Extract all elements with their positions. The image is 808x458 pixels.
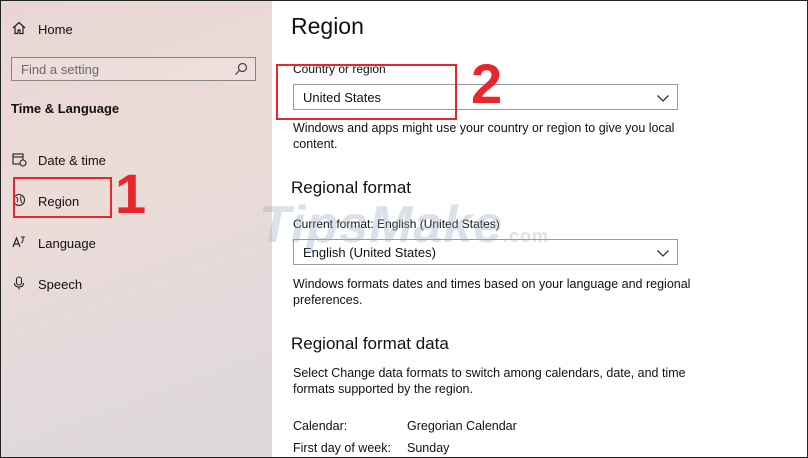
- annotation-box-1: [13, 177, 112, 218]
- calendar-row: Calendar: Gregorian Calendar: [293, 419, 517, 433]
- search-icon[interactable]: [233, 61, 249, 77]
- watermark-text: TipsMake: [259, 196, 504, 254]
- sidebar: Home Find a setting Time & Language Date…: [1, 1, 272, 457]
- first-day-row: First day of week: Sunday: [293, 441, 449, 455]
- language-icon: [11, 234, 29, 252]
- annotation-box-2: [276, 64, 457, 120]
- section-title: Time & Language: [11, 101, 120, 116]
- sidebar-item-label: Home: [38, 21, 73, 37]
- sidebar-item-label: Language: [38, 235, 96, 251]
- country-description: Windows and apps might use your country …: [293, 121, 675, 151]
- sidebar-item-date-time[interactable]: Date & time: [11, 151, 106, 169]
- chevron-down-icon: [656, 91, 670, 103]
- calendar-value: Gregorian Calendar: [407, 419, 517, 433]
- sidebar-item-speech[interactable]: Speech: [11, 275, 82, 293]
- sidebar-item-label: Date & time: [38, 152, 106, 168]
- sidebar-item-label: Speech: [38, 276, 83, 292]
- page-title: Region: [291, 13, 364, 39]
- calendar-key: Calendar:: [293, 419, 348, 433]
- regional-format-description: Windows formats dates and times based on…: [293, 277, 691, 307]
- sidebar-item-home[interactable]: Home: [11, 20, 73, 38]
- format-data-heading: Regional format data: [291, 334, 449, 353]
- chevron-down-icon: [656, 246, 670, 258]
- format-data-description: Select Change data formats to switch amo…: [293, 366, 686, 396]
- search-placeholder: Find a setting: [21, 62, 100, 77]
- annotation-number-2: 2: [471, 52, 503, 115]
- annotation-number-1: 1: [115, 162, 147, 225]
- first-day-key: First day of week:: [293, 441, 391, 455]
- calendar-clock-icon: [11, 151, 29, 169]
- watermark-suffix: .com: [503, 226, 550, 246]
- watermark: TipsMake.com: [259, 195, 549, 255]
- settings-window: Home Find a setting Time & Language Date…: [0, 0, 808, 458]
- search-input[interactable]: Find a setting: [11, 57, 256, 81]
- first-day-value: Sunday: [407, 441, 450, 455]
- microphone-icon: [11, 275, 29, 293]
- sidebar-item-language[interactable]: Language: [11, 234, 96, 252]
- home-icon: [11, 20, 29, 38]
